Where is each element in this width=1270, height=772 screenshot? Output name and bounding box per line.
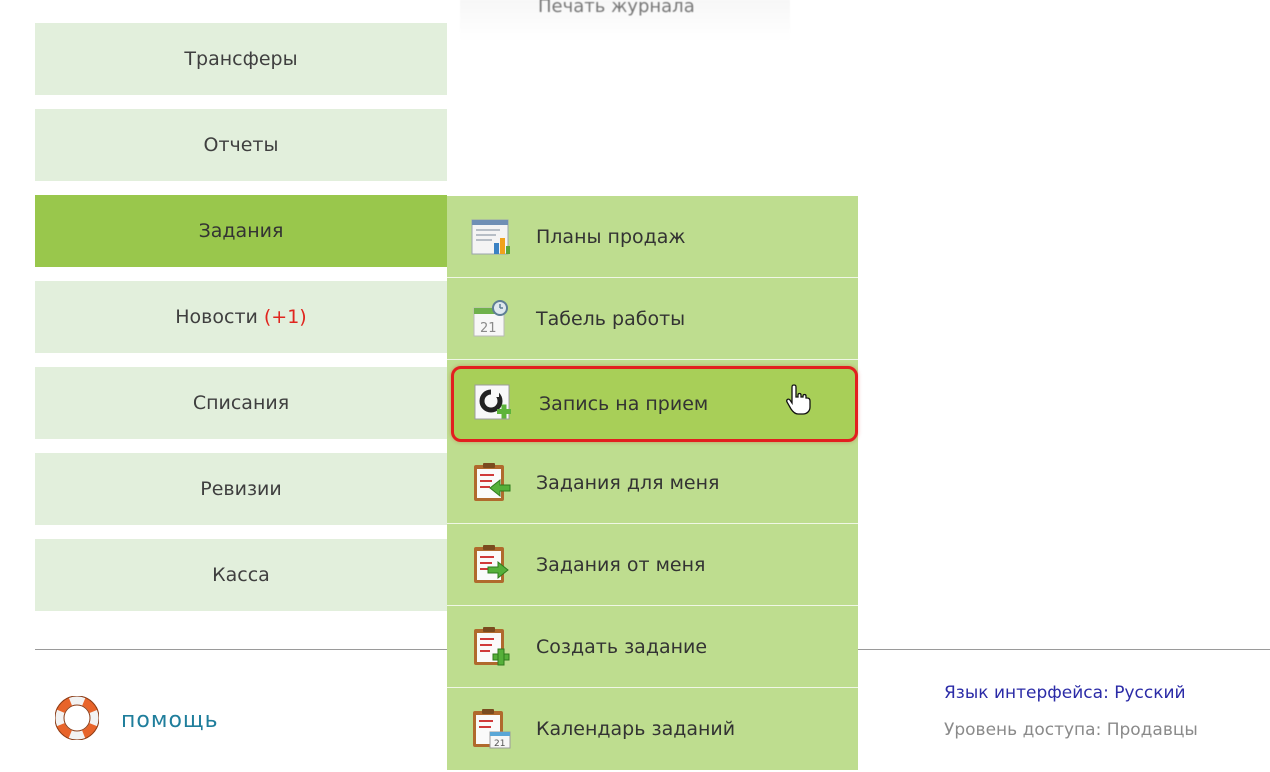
nav-item-label: Новости [175,306,258,328]
submenu-item-tasks-from-me[interactable]: Задания от меня [447,524,858,606]
nav-item-label: Касса [212,564,270,586]
help-label: помощь [121,707,219,733]
print-log-item-fragment: Печать журнала [460,0,790,40]
sales-plan-icon [470,216,512,258]
print-log-label: Печать журнала [538,0,695,17]
submenu-item-create-task[interactable]: Создать задание [447,606,858,688]
task-calendar-icon: 21 [470,708,512,750]
tasks-for-me-icon [470,462,512,504]
hand-pointer-icon [785,383,811,420]
submenu-item-label: Планы продаж [536,226,686,248]
news-count-badge: (+1) [263,306,307,328]
submenu-item-label: Календарь заданий [536,718,736,740]
nav-item-write-offs[interactable]: Списания [35,367,447,439]
nav-item-reports[interactable]: Отчеты [35,109,447,181]
submenu-item-task-calendar[interactable]: 21 Календарь заданий [447,688,858,770]
tasks-from-me-icon [470,544,512,586]
separator [447,359,858,360]
submenu-item-appointment[interactable]: Запись на прием [451,366,858,442]
tasks-submenu: Планы продаж 21 Табель работы Запись на … [447,196,858,770]
nav-item-cash[interactable]: Касса [35,539,447,611]
nav-item-news[interactable]: Новости (+1) [35,281,447,353]
nav-item-label: Ревизии [200,478,282,500]
timesheet-day-text: 21 [480,321,497,336]
calendar-day-text: 21 [494,739,505,749]
help-link[interactable]: помощь [54,695,219,744]
create-task-icon [470,626,512,668]
submenu-item-sales-plans[interactable]: Планы продаж [447,196,858,278]
nav-item-audits[interactable]: Ревизии [35,453,447,525]
nav-item-label: Задания [198,220,284,242]
submenu-item-tasks-for-me[interactable]: Задания для меня [447,442,858,524]
submenu-item-label: Табель работы [536,308,686,330]
submenu-item-timesheet[interactable]: 21 Табель работы [447,278,858,360]
nav-item-label: Трансферы [184,48,298,70]
lifebuoy-icon [54,695,100,744]
interface-language-link[interactable]: Язык интерфейса: Русский [944,683,1186,703]
nav-item-tasks[interactable]: Задания [35,195,447,267]
submenu-item-label: Создать задание [536,636,708,658]
submenu-item-label: Задания для меня [536,472,720,494]
nav-item-label: Списания [192,392,290,414]
appointment-icon [473,383,515,425]
submenu-item-label: Задания от меня [536,554,706,576]
submenu-item-label: Запись на прием [539,393,709,415]
nav-item-label: Отчеты [203,134,279,156]
nav-item-transfers[interactable]: Трансферы [35,23,447,95]
access-level-text: Уровень доступа: Продавцы [944,720,1198,740]
timesheet-icon: 21 [470,298,512,340]
